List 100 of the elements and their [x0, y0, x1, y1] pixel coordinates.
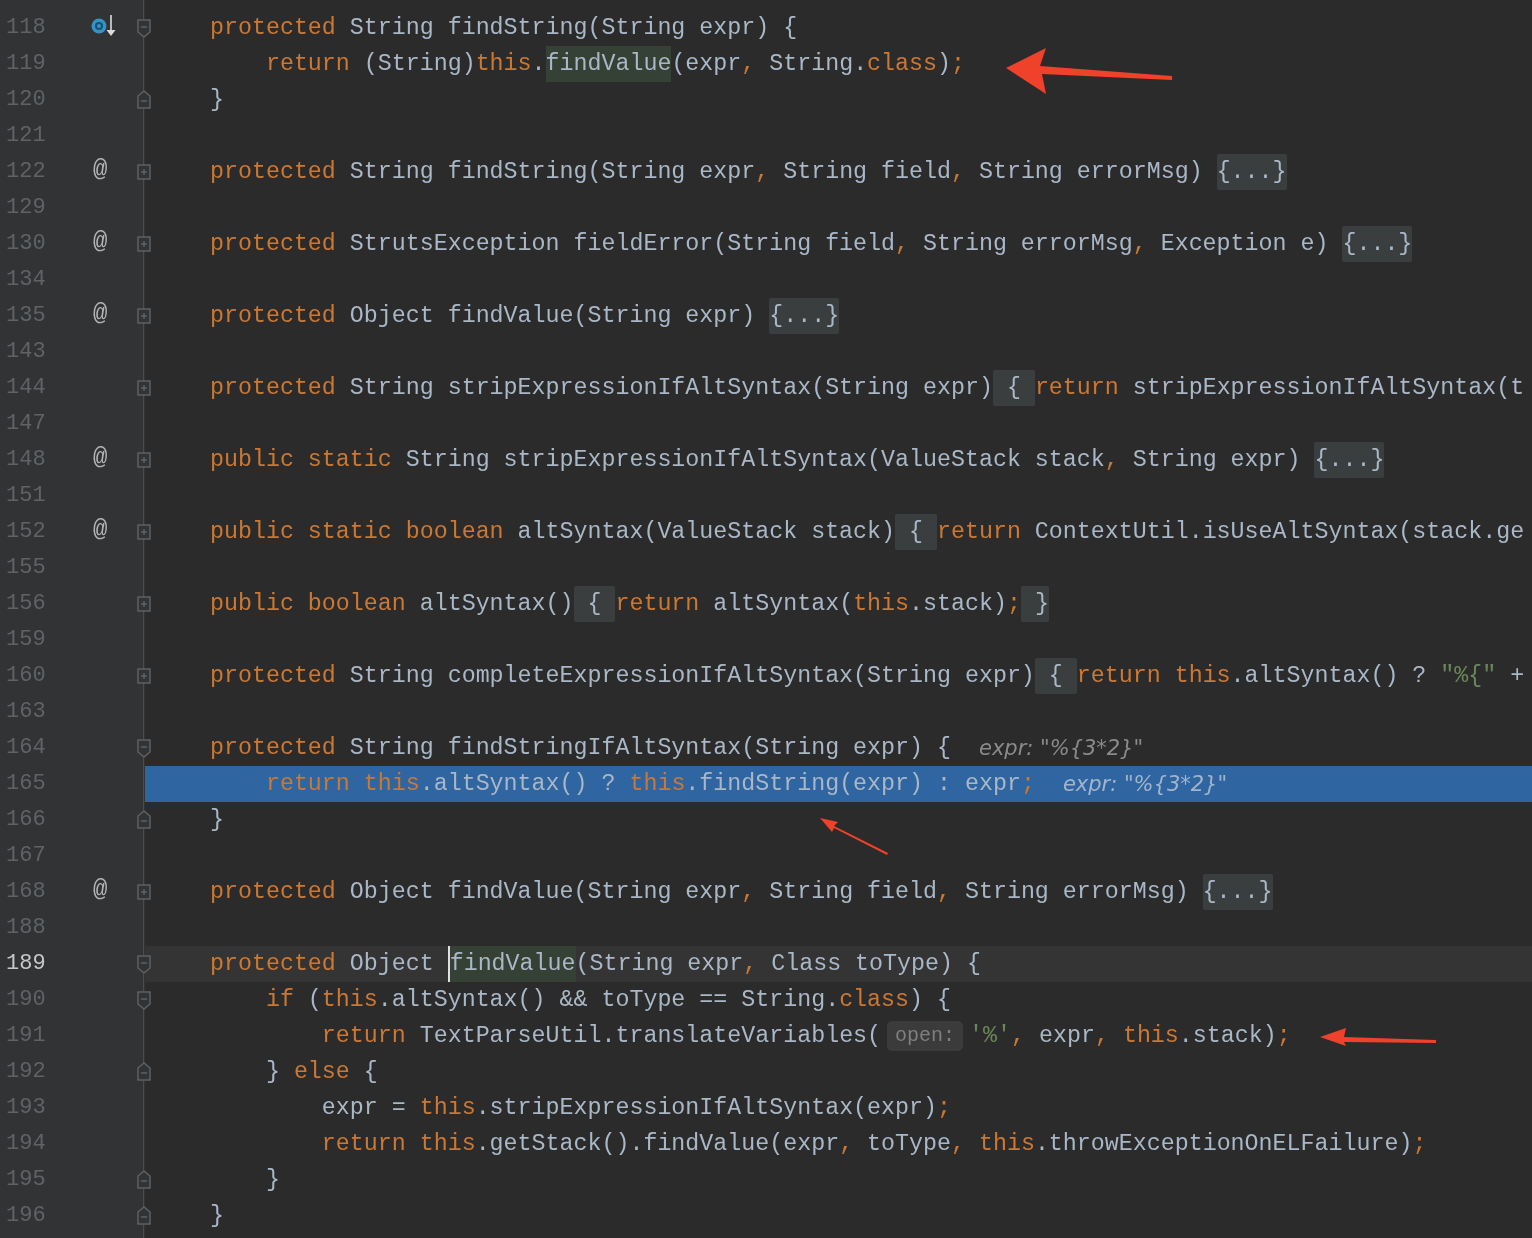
code-token: protected — [210, 662, 336, 691]
code-token: public static boolean — [210, 518, 504, 547]
code-token: return — [937, 518, 1021, 547]
fold-plus-icon[interactable] — [137, 234, 151, 254]
code-token: String field — [768, 878, 937, 907]
code-token: String completeExpressionIfAltSyntax(String expr) — [348, 662, 1035, 691]
inline-value-hint: expr: "%{3*2}" — [1062, 771, 1228, 798]
fold-plus-icon[interactable] — [137, 666, 151, 686]
code-token: (expr — [671, 50, 742, 79]
code-token: protected — [210, 374, 336, 403]
code-token: , — [743, 950, 758, 979]
code-token: , — [937, 878, 951, 907]
fold-plus-icon[interactable] — [137, 306, 151, 326]
code-token: ) { — [909, 986, 951, 1015]
folded-code[interactable]: {...} — [769, 298, 840, 334]
code-token: Class toType) { — [770, 950, 981, 979]
code-token: ; — [1006, 590, 1021, 619]
code-token: protected — [210, 230, 336, 259]
override-marker[interactable]: @ — [93, 516, 108, 544]
folded-code[interactable]: { — [992, 370, 1035, 406]
code-token: } — [264, 1058, 281, 1087]
code-token: .altSyntax() && toType == String. — [377, 986, 840, 1015]
code-token: .stack) — [909, 590, 1007, 619]
code-token: String errorMsg) — [963, 878, 1190, 907]
folded-code[interactable]: {...} — [1342, 226, 1413, 262]
code-token: ; — [937, 1094, 951, 1123]
code-token: TextParseUtil.translateVariables( — [418, 1022, 882, 1051]
code-token: String findStringIfAltSyntax(String expr) { — [348, 734, 951, 763]
code-token: , this — [951, 1130, 1035, 1159]
code-token: return — [264, 50, 350, 79]
line-number: 189 — [6, 950, 46, 978]
code-token: .throwExceptionOnELFailure) — [1034, 1130, 1413, 1159]
code-token: , — [741, 878, 756, 907]
fold-plus-icon[interactable] — [137, 882, 151, 902]
code-token: Object findValue(String expr) — [348, 302, 757, 331]
code-token: , this — [1094, 1022, 1179, 1051]
code-token: stripExpressionIfAltSyntax(t — [1131, 374, 1525, 403]
code-token: String field — [782, 158, 951, 187]
code-token: } — [210, 1202, 224, 1231]
folded-code[interactable]: { — [573, 586, 616, 622]
fold-plus-icon[interactable] — [137, 450, 151, 470]
code-token: , — [1104, 446, 1119, 475]
folded-code[interactable]: { — [895, 514, 937, 550]
code-token: return this — [1076, 662, 1231, 691]
code-token: public static — [210, 446, 392, 475]
folded-code[interactable]: { — [1034, 658, 1077, 694]
fold-plus-icon[interactable] — [137, 522, 151, 542]
code-token: return — [1034, 374, 1119, 403]
code-token: , — [895, 230, 910, 259]
override-marker[interactable]: @ — [93, 876, 108, 904]
code-token: ) — [937, 50, 951, 79]
code-token: Exception e) — [1159, 230, 1330, 259]
code-token: (String) — [362, 50, 476, 79]
code-token: , — [741, 50, 756, 79]
code-token: class — [839, 986, 910, 1015]
folded-code[interactable]: } — [1020, 586, 1049, 622]
code-token: .stack) — [1178, 1022, 1277, 1051]
code-token: this — [475, 50, 532, 79]
code-token: ( — [306, 986, 322, 1015]
code-token: String errorMsg — [922, 230, 1133, 259]
code-token: .altSyntax() ? — [419, 770, 617, 799]
code-token: protected — [210, 878, 336, 907]
code-token: Object — [348, 950, 435, 979]
code-token: .stripExpressionIfAltSyntax(expr) — [475, 1094, 937, 1123]
code-token: String expr) — [1131, 446, 1302, 475]
arrow-drawing — [820, 818, 888, 855]
code-token: , — [755, 158, 770, 187]
code-token: .altSyntax() ? — [1230, 662, 1428, 691]
code-token: StrutsException fieldError(String field — [348, 230, 896, 259]
code-token: this — [419, 1094, 476, 1123]
code-token: return this — [320, 1130, 476, 1159]
code-token: expr — [1038, 1022, 1095, 1051]
code-token: String stripExpressionIfAltSyntax(ValueStack stack — [404, 446, 1105, 475]
fold-plus-icon[interactable] — [137, 162, 151, 182]
folded-code[interactable]: {...} — [1314, 442, 1385, 478]
code-token: String. — [768, 50, 868, 79]
code-token: } — [264, 1166, 280, 1195]
override-marker[interactable]: @ — [93, 228, 108, 256]
code-token: , — [951, 158, 965, 187]
code-token: .getStack().findValue(expr — [475, 1130, 840, 1159]
code-token: return — [320, 1022, 406, 1051]
code-token: if — [264, 986, 294, 1015]
code-token: .findString(expr) : expr — [685, 770, 1021, 799]
parameter-hint: open: — [887, 1021, 964, 1051]
fold-plus-icon[interactable] — [137, 378, 151, 398]
code-token: altSyntax(ValueStack stack) — [516, 518, 896, 547]
code-token: protected — [210, 302, 336, 331]
code-token: (String expr — [575, 950, 744, 979]
code-token: String errorMsg) — [977, 158, 1204, 187]
override-marker[interactable]: @ — [93, 156, 108, 184]
fold-plus-icon[interactable] — [137, 594, 151, 614]
override-marker[interactable]: @ — [93, 444, 108, 472]
code-token: , — [1011, 1022, 1026, 1051]
code-token: toType — [866, 1130, 951, 1159]
folded-code[interactable]: {...} — [1216, 154, 1287, 190]
code-token: Object findValue(String expr — [348, 878, 742, 907]
code-token: protected — [210, 158, 336, 187]
override-marker[interactable]: @ — [93, 300, 108, 328]
code-token: class — [867, 50, 937, 79]
folded-code[interactable]: {...} — [1202, 874, 1273, 910]
